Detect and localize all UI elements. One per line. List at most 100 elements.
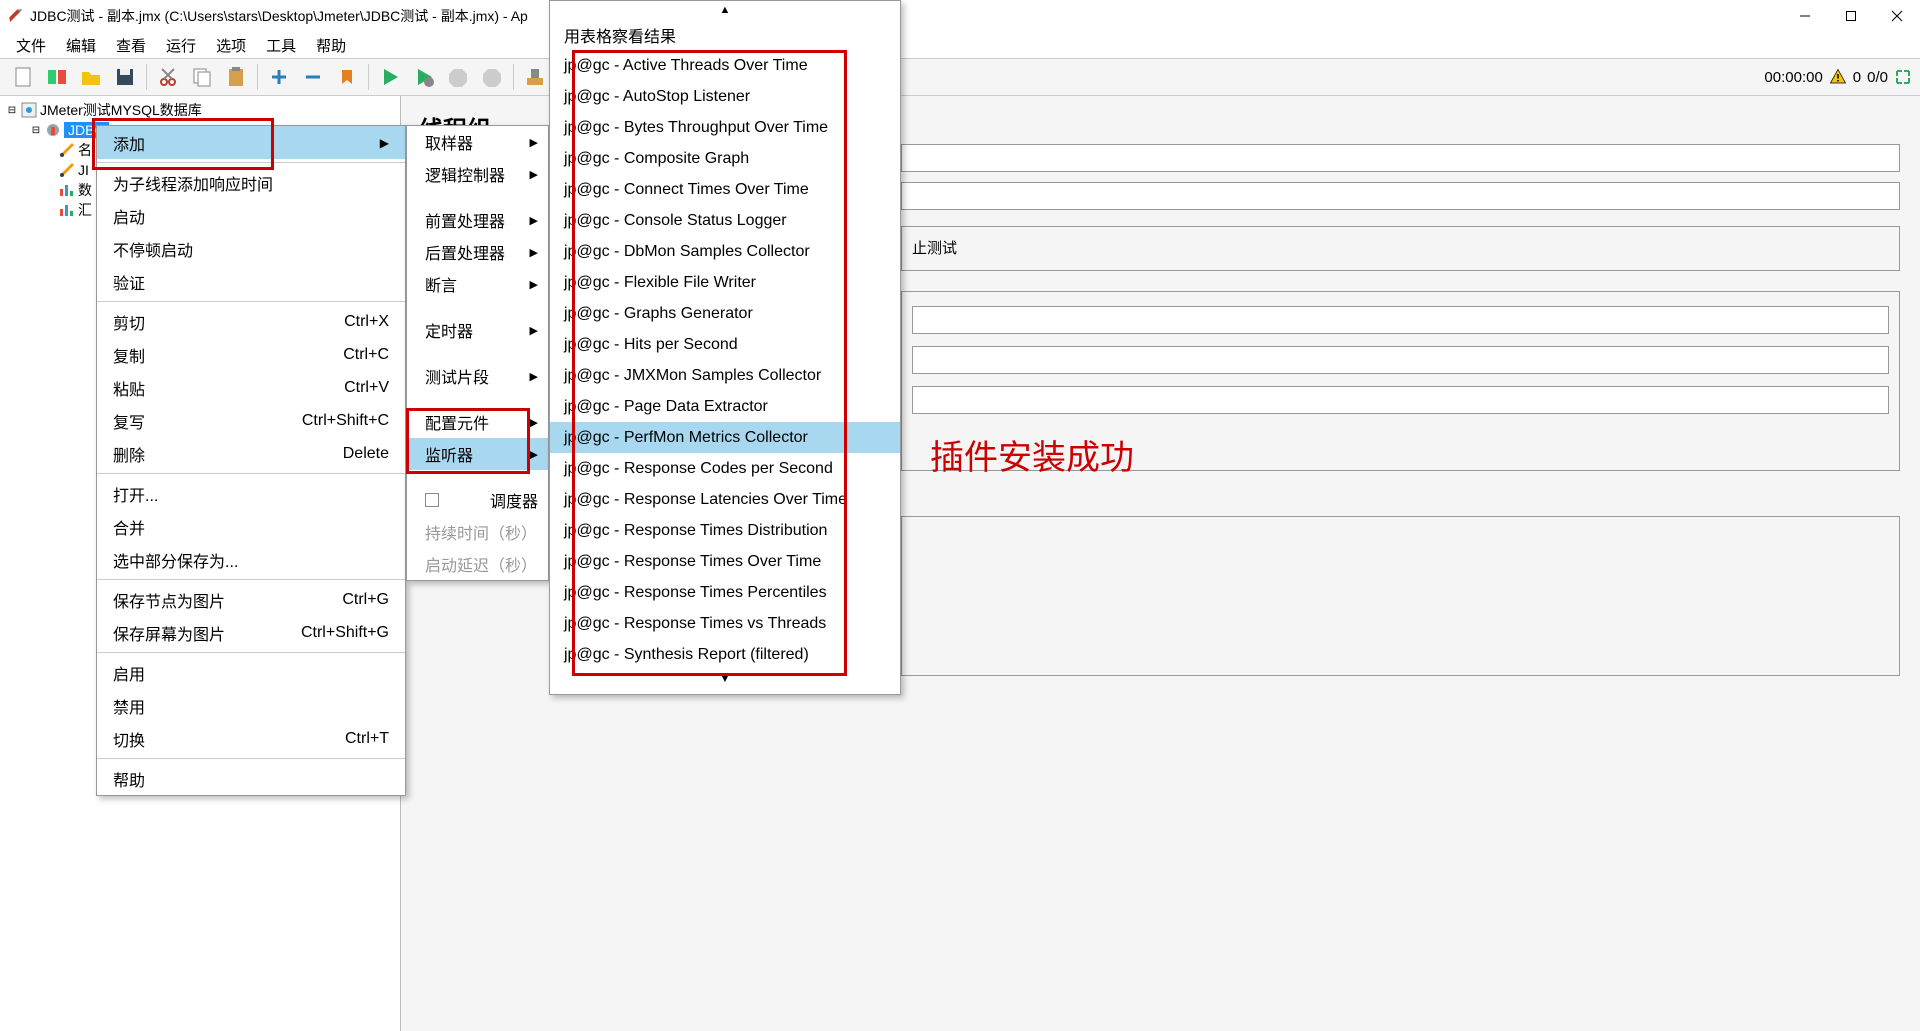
sub-postprocessor[interactable]: 后置处理器▶: [407, 236, 548, 268]
collapse-icon[interactable]: [299, 63, 327, 91]
ctx-copy[interactable]: 复制Ctrl+C: [97, 338, 405, 371]
listener-item[interactable]: jp@gc - DbMon Samples Collector: [550, 236, 900, 267]
start-no-pause-icon[interactable]: [410, 63, 438, 91]
listener-item[interactable]: jp@gc - JMXMon Samples Collector: [550, 360, 900, 391]
templates-icon[interactable]: [43, 63, 71, 91]
ctx-start[interactable]: 启动: [97, 199, 405, 232]
minimize-button[interactable]: [1782, 0, 1828, 32]
sub-logic-controller[interactable]: 逻辑控制器▶: [407, 158, 548, 190]
sub-timer[interactable]: 定时器▶: [407, 314, 548, 346]
open-icon[interactable]: [77, 63, 105, 91]
checkbox-icon: [425, 493, 439, 507]
menu-view[interactable]: 查看: [106, 35, 156, 56]
comment-input[interactable]: [901, 182, 1900, 210]
maximize-button[interactable]: [1828, 0, 1874, 32]
listener-item[interactable]: jp@gc - Bytes Throughput Over Time: [550, 112, 900, 143]
toolbar: 00:00:00 0 0/0: [0, 58, 1920, 96]
ctx-delete[interactable]: 删除Delete: [97, 437, 405, 470]
scroll-down-icon[interactable]: ▼: [550, 670, 900, 688]
menu-tools[interactable]: 工具: [256, 35, 306, 56]
ramp-up-input[interactable]: [912, 346, 1889, 374]
paste-icon[interactable]: [222, 63, 250, 91]
listener-item[interactable]: jp@gc - AutoStop Listener: [550, 81, 900, 112]
menu-help[interactable]: 帮助: [306, 35, 356, 56]
save-icon[interactable]: [111, 63, 139, 91]
ctx-duplicate[interactable]: 复写Ctrl+Shift+C: [97, 404, 405, 437]
title-bar: JDBC测试 - 副本.jmx (C:\Users\stars\Desktop\…: [0, 0, 1920, 32]
listener-item[interactable]: jp@gc - Response Times Over Time: [550, 546, 900, 577]
sub-config-element[interactable]: 配置元件▶: [407, 406, 548, 438]
ctx-paste[interactable]: 粘贴Ctrl+V: [97, 371, 405, 404]
sub-preprocessor[interactable]: 前置处理器▶: [407, 204, 548, 236]
ctx-start-no-pause[interactable]: 不停顿启动: [97, 232, 405, 265]
scroll-up-icon[interactable]: ▲: [550, 1, 900, 19]
listener-item[interactable]: jp@gc - Connect Times Over Time: [550, 174, 900, 205]
sub-assertion[interactable]: 断言▶: [407, 268, 548, 300]
listener-item[interactable]: jp@gc - Flexible File Writer: [550, 267, 900, 298]
menu-run[interactable]: 运行: [156, 35, 206, 56]
menu-options[interactable]: 选项: [206, 35, 256, 56]
close-button[interactable]: [1874, 0, 1920, 32]
listener-item[interactable]: jp@gc - Composite Graph: [550, 143, 900, 174]
sub-scheduler[interactable]: 调度器: [407, 484, 548, 516]
annotation-text: 插件安装成功: [930, 430, 1134, 479]
listener-item[interactable]: jp@gc - Active Threads Over Time: [550, 50, 900, 81]
app-icon: [8, 8, 24, 24]
scheduler-group: [901, 516, 1900, 676]
ctx-cut[interactable]: 剪切Ctrl+X: [97, 305, 405, 338]
ctx-add[interactable]: 添加▶: [97, 126, 405, 159]
listener-item[interactable]: jp@gc - Console Status Logger: [550, 205, 900, 236]
sub-duration: 持续时间（秒）: [407, 516, 548, 548]
add-submenu: 取样器▶ 逻辑控制器▶ 前置处理器▶ 后置处理器▶ 断言▶ 定时器▶ 测试片段▶…: [406, 125, 549, 581]
toggle-icon[interactable]: [333, 63, 361, 91]
expand-tree-icon[interactable]: [1894, 68, 1912, 86]
sub-delay: 启动延迟（秒）: [407, 548, 548, 580]
listener-item[interactable]: jp@gc - Synthesis Report (filtered): [550, 639, 900, 670]
new-icon[interactable]: [9, 63, 37, 91]
expand-icon[interactable]: [265, 63, 293, 91]
ctx-validate[interactable]: 验证: [97, 265, 405, 298]
listener-item[interactable]: 用表格察看结果: [550, 19, 900, 50]
stop-icon[interactable]: [444, 63, 472, 91]
listener-item[interactable]: jp@gc - Graphs Generator: [550, 298, 900, 329]
warning-count: 0: [1853, 69, 1861, 86]
ctx-merge[interactable]: 合并: [97, 510, 405, 543]
listener-item[interactable]: jp@gc - PerfMon Metrics Collector: [550, 422, 900, 453]
listener-item[interactable]: jp@gc - Response Latencies Over Time: [550, 484, 900, 515]
clear-icon[interactable]: [521, 63, 549, 91]
warning-icon[interactable]: [1829, 68, 1847, 86]
ctx-save-screen-img[interactable]: 保存屏幕为图片Ctrl+Shift+G: [97, 616, 405, 649]
listener-item[interactable]: jp@gc - Response Times vs Threads: [550, 608, 900, 639]
context-menu: 添加▶ 为子线程添加响应时间 启动 不停顿启动 验证 剪切Ctrl+X 复制Ct…: [96, 125, 406, 796]
copy-icon[interactable]: [188, 63, 216, 91]
listener-item[interactable]: jp@gc - Hits per Second: [550, 329, 900, 360]
elapsed-time: 00:00:00: [1764, 69, 1822, 86]
tree-root[interactable]: ⊟ JMeter测试MYSQL数据库: [0, 100, 400, 120]
ctx-open[interactable]: 打开...: [97, 477, 405, 510]
sub-listener[interactable]: 监听器▶: [407, 438, 548, 470]
ctx-help[interactable]: 帮助: [97, 762, 405, 795]
shutdown-icon[interactable]: [478, 63, 506, 91]
ctx-enable[interactable]: 启用: [97, 656, 405, 689]
loop-count-input[interactable]: [912, 386, 1889, 414]
start-icon[interactable]: [376, 63, 404, 91]
error-action-group: 止测试: [901, 226, 1900, 271]
menu-file[interactable]: 文件: [6, 35, 56, 56]
cut-icon[interactable]: [154, 63, 182, 91]
listener-item[interactable]: jp@gc - Response Codes per Second: [550, 453, 900, 484]
thread-count: 0/0: [1867, 69, 1888, 86]
sub-test-fragment[interactable]: 测试片段▶: [407, 360, 548, 392]
ctx-disable[interactable]: 禁用: [97, 689, 405, 722]
listener-item[interactable]: jp@gc - Page Data Extractor: [550, 391, 900, 422]
name-input[interactable]: [901, 144, 1900, 172]
ctx-save-node-img[interactable]: 保存节点为图片Ctrl+G: [97, 583, 405, 616]
ctx-toggle[interactable]: 切换Ctrl+T: [97, 722, 405, 755]
listener-item[interactable]: jp@gc - Response Times Distribution: [550, 515, 900, 546]
sub-sampler[interactable]: 取样器▶: [407, 126, 548, 158]
listener-item[interactable]: jp@gc - Response Times Percentiles: [550, 577, 900, 608]
menu-edit[interactable]: 编辑: [56, 35, 106, 56]
ctx-add-think-time[interactable]: 为子线程添加响应时间: [97, 166, 405, 199]
ctx-save-selection[interactable]: 选中部分保存为...: [97, 543, 405, 576]
num-threads-input[interactable]: [912, 306, 1889, 334]
menu-bar: 文件 编辑 查看 运行 选项 工具 帮助: [0, 32, 1920, 58]
